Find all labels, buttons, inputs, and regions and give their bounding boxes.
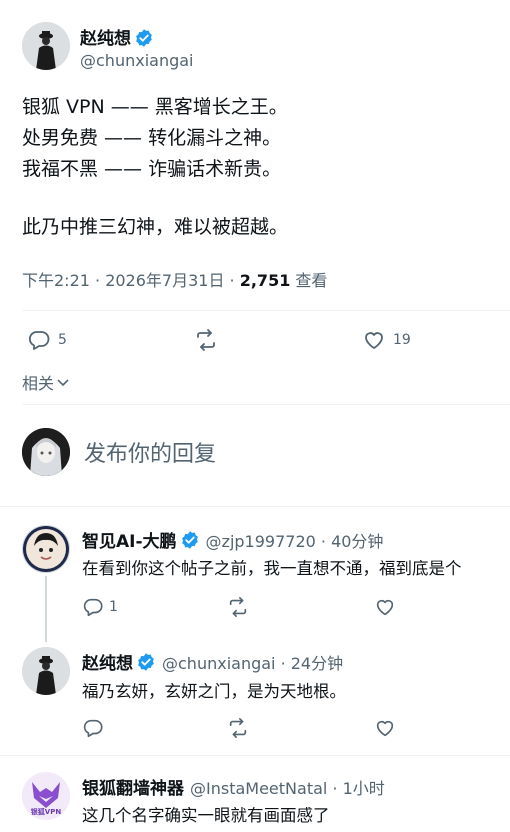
- reply-avatar[interactable]: [22, 647, 70, 695]
- reply-text: 这几个名字确实一眼就有画面感了: [82, 806, 330, 825]
- person-avatar-icon: [23, 526, 69, 572]
- divider: [0, 755, 510, 756]
- chevron-down-icon: [57, 379, 69, 387]
- heart-icon: [376, 599, 394, 616]
- silhouette-icon: [22, 647, 70, 695]
- divider: [22, 404, 510, 405]
- reply-author-handle[interactable]: @zjp1997720 · 40分钟: [206, 528, 384, 552]
- retweet-icon: [229, 597, 247, 617]
- retweet-action[interactable]: [227, 596, 249, 618]
- author-name[interactable]: 赵纯想: [80, 29, 131, 49]
- like-action[interactable]: [374, 596, 396, 618]
- divider: [0, 506, 510, 507]
- retweet-action[interactable]: [194, 328, 218, 352]
- reply-bubble-icon: [28, 331, 50, 350]
- reply-author-handle[interactable]: @InstaMeetNatal · 1小时: [190, 775, 385, 799]
- reply-action[interactable]: 5: [27, 328, 67, 352]
- like-count: 19: [393, 332, 411, 348]
- like-action[interactable]: [374, 717, 396, 739]
- reply-header: 银狐翻墙神器 @InstaMeetNatal · 1小时: [82, 774, 385, 800]
- heart-icon: [365, 332, 383, 349]
- author-handle[interactable]: @chunxiangai: [80, 51, 193, 70]
- post-line-2: 处男免费 —— 转化漏斗之神。: [22, 127, 282, 149]
- reply-text: 在看到你这个帖子之前，我一直想不通，福到底是个: [82, 559, 462, 578]
- reply-text: 福乃玄妍，玄妍之门，是为天地根。: [82, 682, 346, 701]
- reply-avatar[interactable]: [22, 525, 70, 573]
- reply-action[interactable]: 1: [82, 596, 118, 618]
- heart-icon: [376, 720, 394, 737]
- post-line-4: 此乃中推三幻神，难以被超越。: [22, 216, 289, 238]
- reply-header: 智见AI-大鹏 @zjp1997720 · 40分钟: [82, 527, 383, 552]
- retweet-action[interactable]: [227, 717, 249, 739]
- related-label: 相关: [22, 374, 55, 393]
- reply-bubble-icon: [83, 719, 103, 738]
- reply-bubble-icon: [83, 598, 103, 617]
- reply-avatar[interactable]: 银狐VPN: [22, 772, 70, 820]
- reply-header: 赵纯想 @chunxiangai · 24分钟: [82, 649, 343, 674]
- reply-author-handle[interactable]: @chunxiangai · 24分钟: [162, 650, 343, 674]
- thread-line: [45, 576, 47, 642]
- views-count: 2,751: [239, 271, 291, 290]
- reply-action[interactable]: [82, 717, 104, 739]
- related-toggle[interactable]: 相关: [22, 370, 70, 394]
- reply-author-name[interactable]: 赵纯想: [82, 649, 133, 674]
- reply-compose-input[interactable]: 发布你的回复: [84, 436, 216, 468]
- post-line-3: 我福不黑 —— 诈骗话术新贵。: [22, 158, 282, 180]
- silhouette-icon: [22, 22, 70, 70]
- retweet-icon: [229, 718, 247, 738]
- retweet-icon: [197, 329, 215, 351]
- reply-count: 5: [58, 332, 67, 348]
- my-avatar[interactable]: [22, 428, 70, 476]
- verified-badge-icon: [136, 29, 152, 47]
- reply-author-name[interactable]: 智见AI-大鹏: [82, 527, 177, 552]
- reply-count: 1: [109, 599, 118, 615]
- post-line-1: 银狐 VPN —— 黑客增长之王。: [22, 96, 288, 118]
- reply-author-name[interactable]: 银狐翻墙神器: [82, 774, 184, 799]
- post-timestamp[interactable]: 下午2:21 · 2026年7月31日 ·: [22, 271, 240, 290]
- post-meta: 下午2:21 · 2026年7月31日 · 2,751 查看: [22, 267, 327, 291]
- author-avatar[interactable]: [22, 22, 70, 70]
- views-label: 查看: [290, 271, 328, 290]
- divider: [22, 310, 510, 311]
- like-action[interactable]: 19: [362, 328, 411, 352]
- verified-badge-icon: [181, 530, 198, 549]
- avatar-caption: 银狐VPN: [30, 808, 62, 816]
- verified-badge-icon: [138, 652, 154, 671]
- anime-girl-avatar-icon: [22, 428, 70, 476]
